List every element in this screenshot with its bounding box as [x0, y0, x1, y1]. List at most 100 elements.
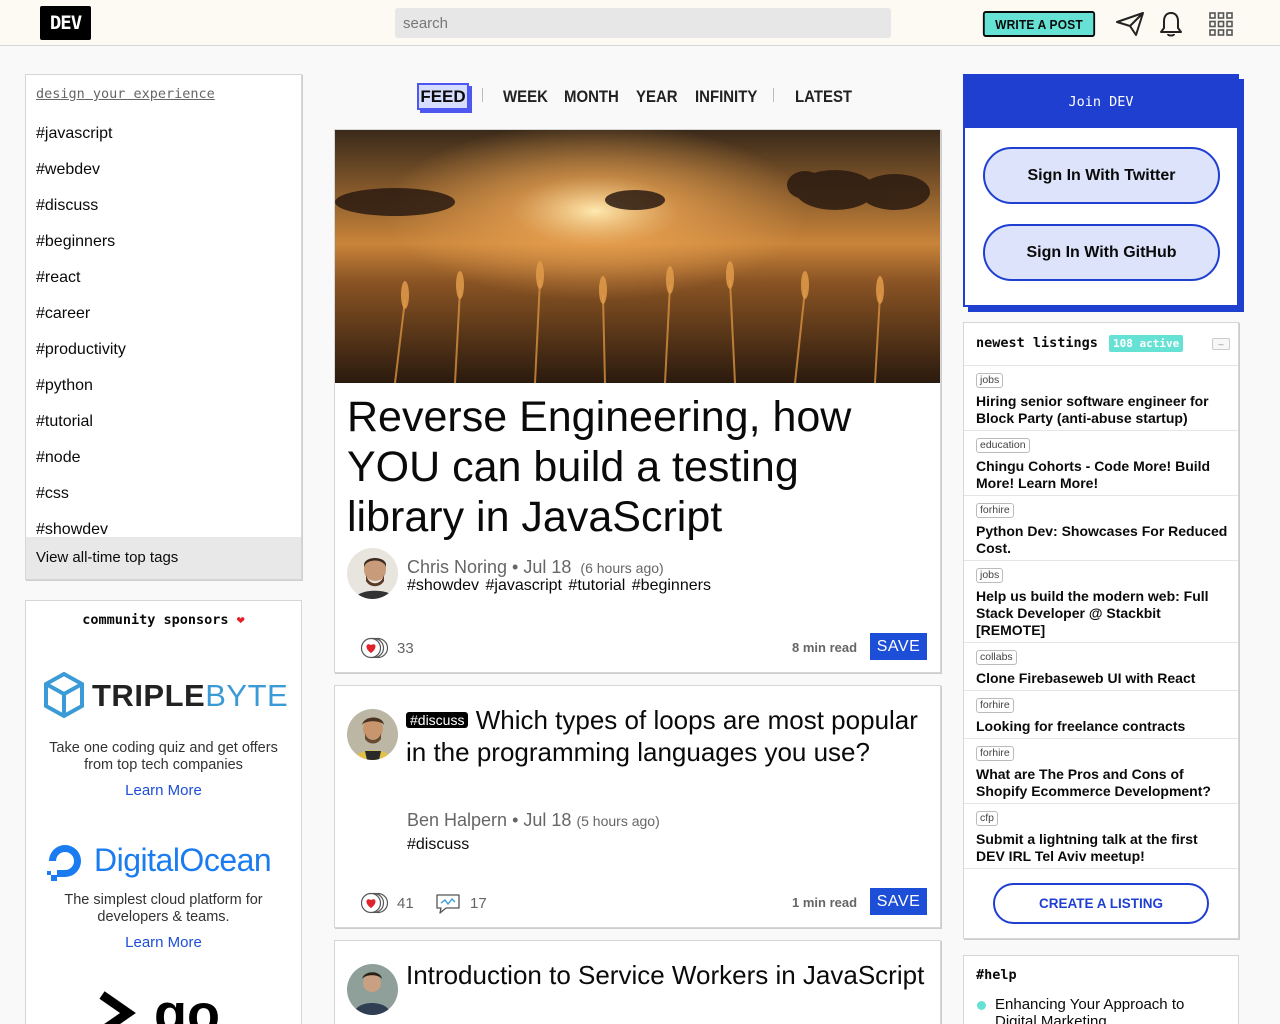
- sign-in-twitter-button[interactable]: Sign In With Twitter: [983, 147, 1220, 204]
- listing-title[interactable]: Python Dev: Showcases For Reduced Cost.: [976, 523, 1230, 557]
- listing-category[interactable]: jobs: [976, 568, 1004, 583]
- grid-menu-icon[interactable]: [1206, 9, 1236, 39]
- go-logo[interactable]: go: [96, 984, 236, 1024]
- tab-feed[interactable]: FEED: [417, 83, 469, 110]
- sidebar-tag[interactable]: #beginners: [36, 233, 115, 251]
- listing-category[interactable]: jobs: [976, 373, 1004, 388]
- dev-logo[interactable]: DEV: [40, 6, 91, 40]
- triplebyte-logo[interactable]: TRIPLEBYTE: [44, 672, 288, 720]
- listing-item[interactable]: jobs Hiring senior software engineer for…: [964, 365, 1238, 430]
- article-card[interactable]: Introduction to Service Workers in JavaS…: [334, 940, 941, 1024]
- sidebar-tag[interactable]: #tutorial: [36, 413, 93, 431]
- sidebar-tag[interactable]: #javascript: [36, 125, 112, 143]
- view-all-tags-link[interactable]: View all-time top tags: [26, 537, 301, 579]
- tab-infinity[interactable]: INFINITY: [695, 87, 757, 107]
- post-tags[interactable]: #discuss: [407, 836, 469, 854]
- sponsors-title: community sponsors ❤: [26, 612, 301, 628]
- sponsor-description: The simplest cloud platform for develope…: [64, 892, 263, 925]
- featured-article-title[interactable]: Reverse Engineering, how YOU can build a…: [347, 392, 907, 542]
- collapse-button[interactable]: –: [1212, 338, 1230, 350]
- tab-divider: [482, 88, 483, 102]
- listing-category[interactable]: collabs: [976, 650, 1017, 665]
- listing-title[interactable]: Help us build the modern web: Full Stack…: [976, 588, 1230, 639]
- listing-title[interactable]: Hiring senior software engineer for Bloc…: [976, 393, 1230, 427]
- listing-category[interactable]: forhire: [976, 746, 1014, 761]
- reactions-count[interactable]: 33: [361, 637, 414, 659]
- listing-category[interactable]: forhire: [976, 698, 1014, 713]
- post-tags[interactable]: #showdev #javascript #tutorial #beginner…: [407, 577, 711, 595]
- tab-year[interactable]: YEAR: [636, 87, 678, 107]
- listing-title[interactable]: Looking for freelance contracts: [976, 718, 1230, 735]
- create-listing-button[interactable]: CREATE A LISTING: [993, 883, 1209, 924]
- tab-divider: [773, 88, 774, 102]
- save-button[interactable]: SAVE: [870, 888, 927, 915]
- author-name[interactable]: Ben Halpern: [407, 810, 507, 830]
- author-avatar[interactable]: [347, 964, 398, 1015]
- reactions-count[interactable]: 41: [361, 892, 414, 914]
- article-title[interactable]: #discuss Which types of loops are most p…: [406, 704, 926, 768]
- listing-item[interactable]: education Chingu Cohorts - Code More! Bu…: [964, 430, 1238, 495]
- listings-panel: newest listings 108 active – jobs Hiring…: [963, 322, 1239, 939]
- write-post-button[interactable]: WRITE A POST: [982, 11, 1096, 37]
- author-avatar[interactable]: [347, 548, 398, 599]
- reactions-number: 41: [397, 894, 414, 912]
- listing-item[interactable]: forhire What are The Pros and Cons of Sh…: [964, 738, 1238, 803]
- join-dev-panel: Join DEV Sign In With Twitter Sign In Wi…: [963, 74, 1239, 307]
- sidebar-tag[interactable]: #productivity: [36, 341, 126, 359]
- listing-category[interactable]: forhire: [976, 503, 1014, 518]
- read-time: 1 min read: [792, 895, 858, 910]
- go-name: go: [154, 984, 220, 1024]
- sponsors-title-text: community sponsors: [82, 612, 229, 628]
- listing-title[interactable]: Chingu Cohorts - Code More! Build More! …: [976, 458, 1230, 492]
- listing-item[interactable]: forhire Python Dev: Showcases For Reduce…: [964, 495, 1238, 560]
- help-panel: #help Enhancing Your Approach to Digital…: [963, 955, 1239, 1024]
- triplebyte-name-a: TRIPLE: [92, 678, 206, 713]
- author-name[interactable]: Chris Noring: [407, 557, 507, 577]
- help-post-link[interactable]: Enhancing Your Approach to Digital Marke…: [995, 996, 1225, 1024]
- featured-article-card[interactable]: Reverse Engineering, how YOU can build a…: [334, 129, 941, 673]
- listing-item[interactable]: jobs Help us build the modern web: Full …: [964, 560, 1238, 642]
- article-card[interactable]: #discuss Which types of loops are most p…: [334, 685, 941, 928]
- sponsor-learn-more-link[interactable]: Learn More: [26, 934, 301, 951]
- author-avatar[interactable]: [347, 709, 398, 760]
- heart-reaction-icon: [361, 637, 389, 659]
- sidebar-tag[interactable]: #webdev: [36, 161, 100, 179]
- listing-title[interactable]: What are The Pros and Cons of Shopify Ec…: [976, 766, 1230, 800]
- help-title[interactable]: #help: [976, 967, 1017, 983]
- listing-item[interactable]: collabs Clone Firebaseweb UI with React: [964, 642, 1238, 690]
- comment-icon: [436, 894, 460, 914]
- discuss-tag-pill[interactable]: #discuss: [406, 712, 469, 728]
- bell-icon[interactable]: [1156, 9, 1186, 39]
- sidebar-tag[interactable]: #react: [36, 269, 80, 287]
- sidebar-tag[interactable]: #discuss: [36, 197, 98, 215]
- wheat-field-cover-image[interactable]: [335, 130, 940, 383]
- listing-title[interactable]: Clone Firebaseweb UI with React: [976, 670, 1230, 687]
- listing-title[interactable]: Submit a lightning talk at the first DEV…: [976, 831, 1230, 865]
- search-input[interactable]: [395, 8, 891, 38]
- listing-category[interactable]: education: [976, 438, 1030, 453]
- paper-plane-icon[interactable]: [1115, 9, 1145, 39]
- listing-item[interactable]: forhire Looking for freelance contracts: [964, 690, 1238, 738]
- sign-in-github-button[interactable]: Sign In With GitHub: [983, 224, 1220, 281]
- digitalocean-logo[interactable]: DigitalOcean: [44, 839, 289, 885]
- sidebar-tag[interactable]: #python: [36, 377, 93, 395]
- comments-number: 17: [470, 894, 487, 912]
- sidebar-tag[interactable]: #career: [36, 305, 90, 323]
- save-button[interactable]: SAVE: [870, 633, 927, 660]
- heart-icon: ❤: [236, 612, 245, 628]
- author-avatar-image: [347, 548, 398, 599]
- listings-title[interactable]: newest listings: [976, 335, 1098, 351]
- tab-latest[interactable]: LATEST: [795, 87, 852, 107]
- sponsor-learn-more-link[interactable]: Learn More: [26, 782, 301, 799]
- top-navbar: DEV WRITE A POST: [0, 0, 1280, 46]
- article-title[interactable]: Introduction to Service Workers in JavaS…: [406, 959, 926, 991]
- sidebar-tag[interactable]: #css: [36, 485, 69, 503]
- listing-category[interactable]: cfp: [976, 811, 999, 826]
- listing-item[interactable]: cfp Submit a lightning talk at the first…: [964, 803, 1238, 868]
- tab-week[interactable]: WEEK: [503, 87, 548, 107]
- design-experience-link[interactable]: design your experience: [36, 86, 215, 102]
- comments-count[interactable]: 17: [434, 892, 487, 914]
- listing-divider: [964, 868, 1238, 869]
- tab-month[interactable]: MONTH: [564, 87, 619, 107]
- sidebar-tag[interactable]: #node: [36, 449, 81, 467]
